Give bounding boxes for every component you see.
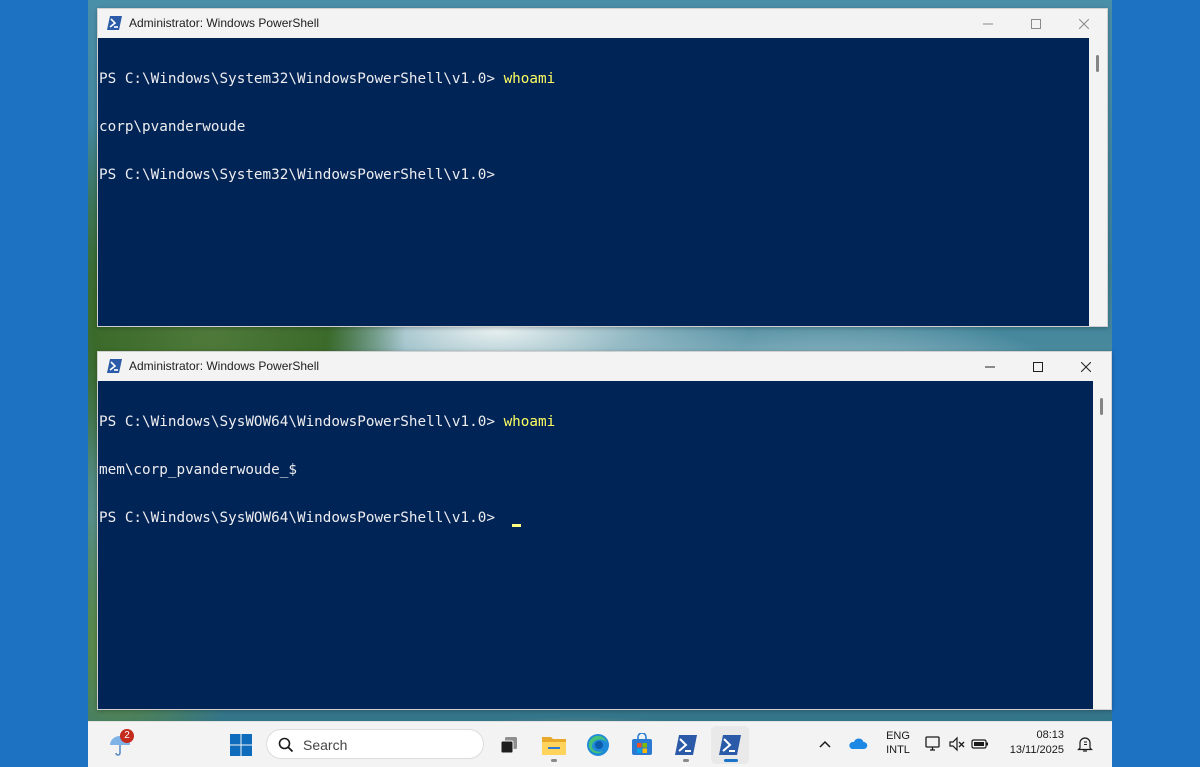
console-line: mem\corp_pvanderwoude_$ [99, 462, 1093, 478]
maximize-icon [1031, 18, 1041, 29]
running-indicator [683, 759, 689, 762]
keyboard-layout-label: INTL [886, 744, 910, 756]
taskbar-search-box[interactable]: Search [266, 729, 484, 759]
volume-muted-icon [949, 736, 965, 752]
prompt-text: PS C:\Windows\SysWOW64\WindowsPowerShell… [99, 510, 504, 526]
text-cursor [511, 524, 521, 527]
search-placeholder: Search [303, 737, 348, 753]
input-language-button[interactable]: ENG INTL [880, 730, 916, 760]
scrollbar-thumb[interactable] [1100, 398, 1103, 415]
clock-date: 13/11/2025 [1009, 744, 1064, 756]
vertical-scrollbar[interactable] [1089, 38, 1107, 326]
console-line: PS C:\Windows\System32\WindowsPowerShell… [99, 71, 1089, 87]
maximize-button[interactable] [1013, 9, 1059, 38]
window-titlebar[interactable]: Administrator: Windows PowerShell [98, 9, 1107, 38]
notification-bell-icon [1077, 737, 1093, 752]
show-hidden-icons-button[interactable] [817, 736, 833, 752]
minimize-button[interactable] [967, 352, 1013, 381]
window-title: Administrator: Windows PowerShell [129, 359, 320, 373]
console-line: corp\pvanderwoude [99, 119, 1089, 135]
minimize-icon [985, 366, 995, 367]
clock-button[interactable]: 08:13 13/11/2025 [1002, 729, 1064, 761]
file-explorer-button[interactable] [535, 726, 573, 764]
console-line: PS C:\Windows\SysWOW64\WindowsPowerShell… [99, 510, 1093, 527]
network-icon [925, 736, 940, 751]
search-icon [278, 737, 294, 753]
onedrive-cloud-icon [849, 738, 868, 749]
powershell-icon [107, 16, 122, 30]
quick-settings-button[interactable] [924, 735, 992, 755]
window-titlebar[interactable]: Administrator: Windows PowerShell [98, 352, 1111, 381]
language-label: ENG [886, 730, 910, 742]
output-text: mem\corp_pvanderwoude_$ [99, 462, 297, 478]
prompt-text: PS C:\Windows\System32\WindowsPowerShell… [99, 71, 504, 87]
scrollbar-thumb[interactable] [1096, 55, 1099, 72]
powershell-window-system32[interactable]: Administrator: Windows PowerShell PS C:\… [97, 8, 1108, 327]
prompt-text: PS C:\Windows\System32\WindowsPowerShell… [99, 167, 495, 183]
console-line: PS C:\Windows\SysWOW64\WindowsPowerShell… [99, 414, 1093, 430]
edge-icon [587, 734, 609, 756]
minimize-button[interactable] [965, 9, 1011, 38]
powershell-icon [107, 359, 122, 373]
close-button[interactable] [1063, 352, 1109, 381]
chevron-up-icon [819, 740, 831, 748]
command-text: whoami [503, 71, 556, 87]
taskbar-powershell-button-1[interactable] [667, 726, 705, 764]
window-title: Administrator: Windows PowerShell [129, 16, 320, 30]
taskbar: 2 Search ENG INTL 08:13 13/11/2025 [88, 721, 1112, 767]
store-icon [632, 733, 652, 755]
close-button[interactable] [1061, 9, 1107, 38]
weather-badge: 2 [120, 729, 134, 743]
task-view-icon [500, 737, 517, 754]
output-text: corp\pvanderwoude [99, 119, 246, 135]
prompt-text: PS C:\Windows\SysWOW64\WindowsPowerShell… [99, 414, 504, 430]
active-indicator [724, 759, 738, 762]
windows-logo-icon [230, 734, 252, 756]
weather-widget-button[interactable]: 2 [101, 726, 139, 764]
powershell-icon [719, 735, 741, 755]
folder-icon [542, 737, 566, 755]
task-view-button[interactable] [490, 726, 528, 764]
close-icon [1079, 18, 1089, 29]
console-line: PS C:\Windows\System32\WindowsPowerShell… [99, 167, 1089, 183]
console-output[interactable]: PS C:\Windows\SysWOW64\WindowsPowerShell… [98, 381, 1093, 709]
console-output[interactable]: PS C:\Windows\System32\WindowsPowerShell… [98, 38, 1089, 326]
microsoft-store-button[interactable] [623, 726, 661, 764]
running-indicator [551, 759, 557, 762]
edge-browser-button[interactable] [579, 726, 617, 764]
clock-time: 08:13 [1036, 729, 1064, 741]
command-text: whoami [503, 414, 556, 430]
taskbar-powershell-button-2[interactable] [711, 726, 749, 764]
close-icon [1081, 361, 1091, 372]
start-button[interactable] [222, 726, 260, 764]
notifications-button[interactable] [1076, 735, 1094, 753]
vertical-scrollbar[interactable] [1093, 381, 1111, 709]
powershell-window-syswow64[interactable]: Administrator: Windows PowerShell PS C:\… [97, 351, 1112, 710]
battery-icon [971, 739, 988, 749]
minimize-icon [983, 23, 993, 24]
onedrive-button[interactable] [848, 736, 868, 752]
maximize-icon [1033, 361, 1043, 372]
maximize-button[interactable] [1015, 352, 1061, 381]
powershell-icon [675, 735, 697, 755]
